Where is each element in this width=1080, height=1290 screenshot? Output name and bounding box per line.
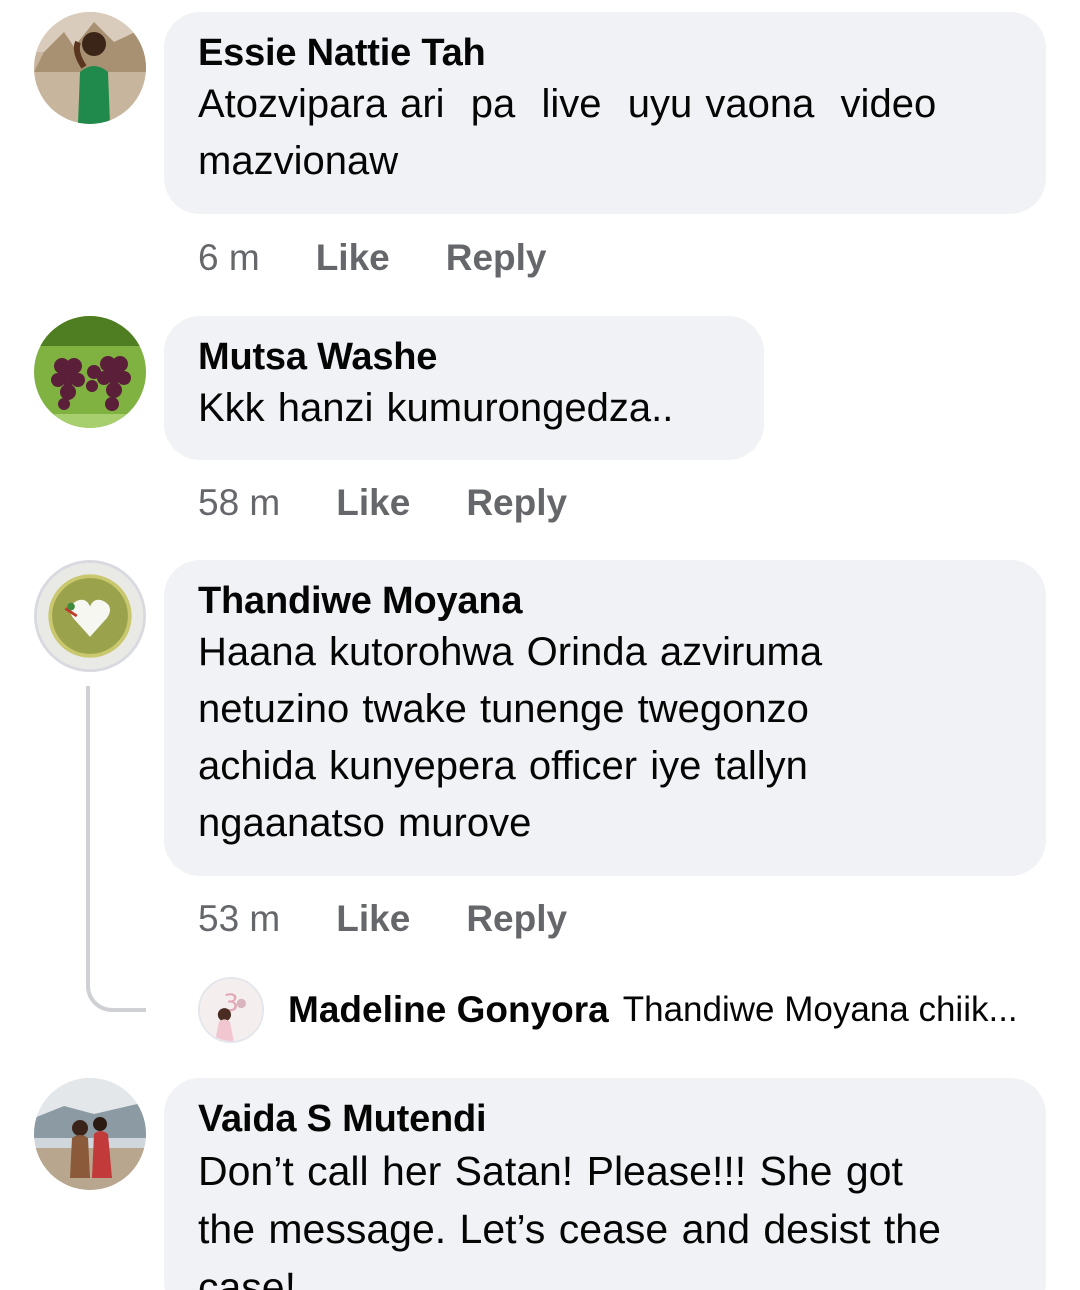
reply-button[interactable]: Reply — [466, 897, 567, 941]
comment-text: Atozvipara ari pa live uyu vaona video m… — [198, 76, 1012, 190]
comment-author[interactable]: Mutsa Washe — [198, 334, 730, 380]
comment-bubble: Vaida S Mutendi Don’t call her Satan! Pl… — [164, 1078, 1046, 1290]
comment-text-line: Kkk hanzi kumurongedza.. — [198, 386, 674, 430]
comment-text-line: achida kunyepera officer iye tallyn — [198, 744, 808, 788]
comment-actions: 58 m Like Reply — [198, 481, 567, 525]
heart-plate-icon — [37, 563, 143, 669]
reply-text: Thandiwe Moyana chiik... — [622, 990, 1018, 1029]
two-people-photo-icon — [34, 1078, 146, 1190]
comment-text-line: the message. Let’s cease and desist the — [198, 1206, 941, 1252]
comment-author[interactable]: Thandiwe Moyana — [198, 578, 1012, 624]
avatar[interactable] — [34, 316, 146, 428]
comment-actions: 53 m Like Reply — [198, 897, 567, 941]
comment-author[interactable]: Vaida S Mutendi — [198, 1096, 1012, 1142]
reply-button[interactable]: Reply — [446, 236, 547, 280]
profile-photo-icon — [34, 12, 146, 124]
comment-actions: 6 m Like Reply — [198, 236, 547, 280]
like-button[interactable]: Like — [336, 481, 410, 525]
like-button[interactable]: Like — [336, 897, 410, 941]
comment-text-line: Don’t call her Satan! Please!!! She got — [198, 1148, 903, 1194]
thread-connector-line — [86, 686, 146, 1012]
comment-text-line: Atozvipara ari pa live uyu vaona video — [198, 82, 937, 126]
comment-timestamp[interactable]: 53 m — [198, 897, 280, 941]
reply-preview[interactable]: 3 Madeline Gonyora Thandiwe Moyana chiik… — [198, 976, 1058, 1044]
comment-bubble: Essie Nattie Tah Atozvipara ari pa live … — [164, 12, 1046, 214]
comment-timestamp[interactable]: 58 m — [198, 481, 280, 525]
comment-timestamp[interactable]: 6 m — [198, 236, 260, 280]
comment-text: Kkk hanzi kumurongedza.. — [198, 380, 730, 437]
comment-text: Haana kutorohwa Orinda azviruma netuzino… — [198, 624, 1012, 852]
comment-author[interactable]: Essie Nattie Tah — [198, 30, 1012, 76]
comment-bubble: Thandiwe Moyana Haana kutorohwa Orinda a… — [164, 560, 1046, 876]
comment-text-line: netuzino twake tunenge twegonzo — [198, 687, 809, 731]
birthday-3-icon: 3 — [200, 979, 262, 1041]
avatar[interactable] — [34, 560, 146, 672]
comment-text-line: ngaanatso murove — [198, 801, 532, 845]
comments-section: Essie Nattie Tah Atozvipara ari pa live … — [0, 0, 1080, 1290]
avatar[interactable] — [34, 12, 146, 124]
comment-text-line: mazvionaw — [198, 139, 399, 183]
reply-author[interactable]: Madeline Gonyora — [288, 989, 609, 1031]
avatar[interactable] — [34, 1078, 146, 1190]
avatar[interactable]: 3 — [198, 977, 264, 1043]
grapes-icon — [34, 316, 146, 428]
like-button[interactable]: Like — [316, 236, 390, 280]
comment-text-line: Haana kutorohwa Orinda azviruma — [198, 630, 823, 674]
comment-text: Don’t call her Satan! Please!!! She got … — [198, 1142, 1012, 1290]
comment-bubble: Mutsa Washe Kkk hanzi kumurongedza.. — [164, 316, 764, 460]
comment-text-line: case! — [198, 1264, 296, 1290]
reply-button[interactable]: Reply — [466, 481, 567, 525]
